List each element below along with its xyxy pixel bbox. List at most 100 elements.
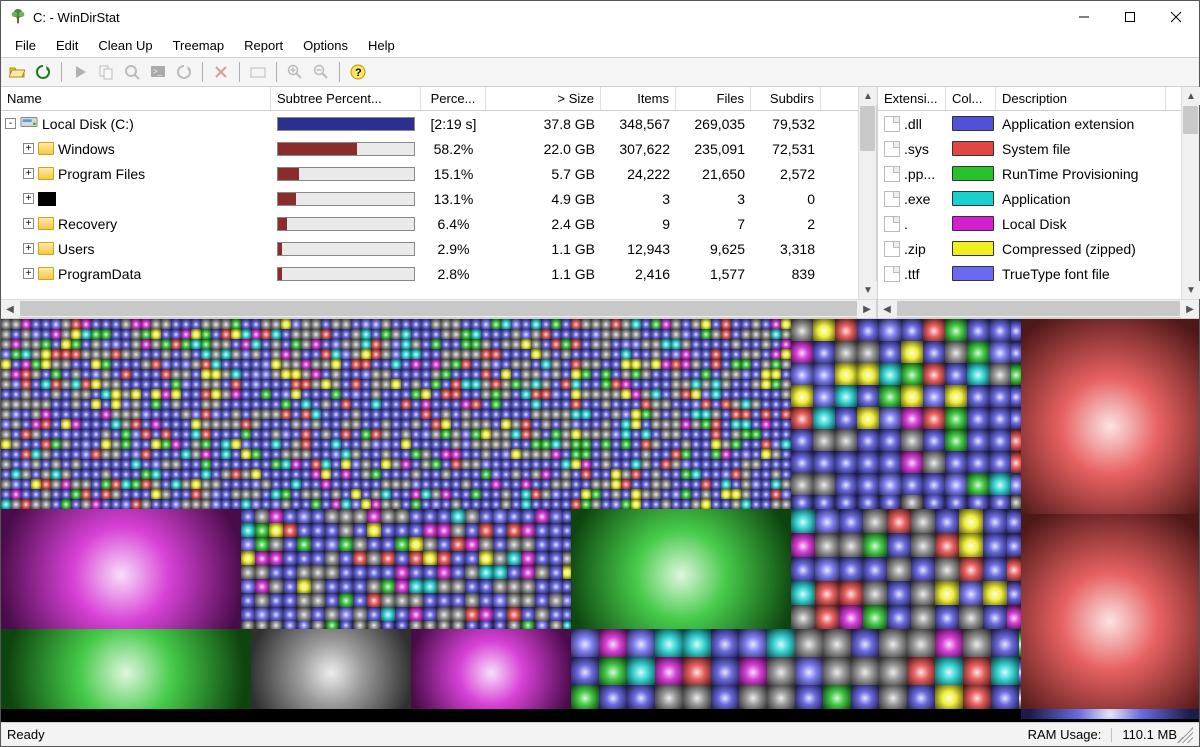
treemap-block[interactable]	[437, 593, 451, 607]
treemap-block[interactable]	[651, 319, 661, 329]
treemap-block[interactable]	[493, 593, 507, 607]
treemap-block[interactable]	[681, 499, 691, 509]
treemap-block[interactable]	[361, 319, 371, 329]
treemap-block[interactable]	[21, 489, 31, 499]
menu-treemap[interactable]: Treemap	[163, 36, 235, 55]
treemap-block[interactable]	[815, 557, 839, 581]
treemap-block[interactable]	[51, 429, 61, 439]
treemap-block[interactable]	[71, 379, 81, 389]
treemap-block[interactable]	[501, 459, 511, 469]
treemap-block[interactable]	[761, 419, 771, 429]
treemap-block[interactable]	[61, 369, 71, 379]
treemap-block[interactable]	[441, 389, 451, 399]
treemap-block[interactable]	[581, 349, 591, 359]
treemap-block[interactable]	[731, 459, 741, 469]
treemap-block[interactable]	[479, 565, 493, 579]
treemap-block[interactable]	[341, 479, 351, 489]
treemap-block[interactable]	[351, 429, 361, 439]
treemap-block[interactable]	[311, 489, 321, 499]
treemap-block[interactable]	[101, 389, 111, 399]
treemap-block[interactable]	[321, 389, 331, 399]
treemap-block[interactable]	[311, 579, 325, 593]
treemap-block[interactable]	[945, 319, 967, 341]
treemap-block[interactable]	[701, 469, 711, 479]
treemap-block[interactable]	[421, 449, 431, 459]
treemap-block[interactable]	[967, 495, 989, 509]
treemap-block[interactable]	[661, 419, 671, 429]
treemap-block[interactable]	[211, 319, 221, 329]
treemap-block[interactable]	[1, 429, 11, 439]
treemap-block[interactable]	[381, 359, 391, 369]
treemap-block[interactable]	[481, 359, 491, 369]
treemap-block[interactable]	[661, 349, 671, 359]
treemap-block[interactable]	[241, 429, 251, 439]
treemap-block[interactable]	[571, 459, 581, 469]
treemap-block[interactable]	[331, 359, 341, 369]
treemap-block[interactable]	[61, 499, 71, 509]
treemap-block[interactable]	[31, 389, 41, 399]
treemap-block[interactable]	[271, 399, 281, 409]
treemap-block[interactable]	[581, 499, 591, 509]
treemap-block[interactable]	[311, 523, 325, 537]
treemap-block[interactable]	[11, 399, 21, 409]
treemap-block[interactable]	[21, 469, 31, 479]
treemap-block[interactable]	[813, 319, 835, 341]
treemap-block[interactable]	[341, 399, 351, 409]
treemap-block[interactable]	[381, 565, 395, 579]
treemap-block[interactable]	[621, 409, 631, 419]
treemap-block[interactable]	[111, 449, 121, 459]
treemap-block[interactable]	[231, 409, 241, 419]
treemap-block[interactable]	[201, 479, 211, 489]
treemap-block[interactable]	[481, 319, 491, 329]
treemap-block[interactable]	[311, 389, 321, 399]
treemap-block[interactable]	[41, 429, 51, 439]
treemap-block[interactable]	[795, 685, 823, 709]
treemap-block[interactable]	[491, 349, 501, 359]
treemap-block[interactable]	[571, 429, 581, 439]
treemap-block[interactable]	[967, 451, 989, 473]
treemap-block[interactable]	[781, 409, 791, 419]
treemap-block[interactable]	[611, 419, 621, 429]
treemap-block[interactable]	[491, 409, 501, 419]
treemap-block[interactable]	[701, 379, 711, 389]
treemap-block[interactable]	[121, 479, 131, 489]
treemap-block[interactable]	[781, 349, 791, 359]
treemap-block[interactable]	[521, 459, 531, 469]
treemap-block[interactable]	[401, 429, 411, 439]
treemap-block[interactable]	[291, 349, 301, 359]
treemap-block[interactable]	[711, 459, 721, 469]
treemap-block[interactable]	[121, 429, 131, 439]
treemap-block[interactable]	[71, 409, 81, 419]
scroll-left-icon[interactable]: ◀	[1, 300, 19, 318]
treemap-block[interactable]	[611, 449, 621, 459]
treemap-block[interactable]	[683, 685, 711, 709]
treemap-block[interactable]	[551, 369, 561, 379]
treemap-block[interactable]	[627, 629, 655, 657]
treemap-block[interactable]	[471, 459, 481, 469]
treemap-block[interactable]	[945, 385, 967, 407]
treemap-block[interactable]	[361, 369, 371, 379]
treemap-block[interactable]	[41, 319, 51, 329]
treemap-block[interactable]	[511, 379, 521, 389]
treemap-block[interactable]	[963, 685, 991, 709]
treemap-block[interactable]	[191, 479, 201, 489]
treemap-block[interactable]	[251, 459, 261, 469]
treemap-block[interactable]	[591, 349, 601, 359]
menu-cleanup[interactable]: Clean Up	[88, 36, 162, 55]
treemap-block[interactable]	[451, 565, 465, 579]
treemap-block[interactable]	[741, 459, 751, 469]
treemap-block[interactable]	[571, 439, 581, 449]
treemap-block[interactable]	[731, 399, 741, 409]
treemap-block[interactable]	[591, 409, 601, 419]
treemap-block[interactable]	[611, 429, 621, 439]
treemap-block[interactable]	[353, 607, 367, 621]
treemap-block[interactable]	[901, 363, 923, 385]
treemap-block[interactable]	[751, 339, 761, 349]
treemap-block[interactable]	[31, 439, 41, 449]
treemap-block[interactable]	[61, 399, 71, 409]
treemap-block[interactable]	[101, 469, 111, 479]
treemap-block[interactable]	[839, 533, 863, 557]
treemap-block[interactable]	[71, 389, 81, 399]
treemap-block[interactable]	[351, 349, 361, 359]
treemap-block[interactable]	[651, 409, 661, 419]
